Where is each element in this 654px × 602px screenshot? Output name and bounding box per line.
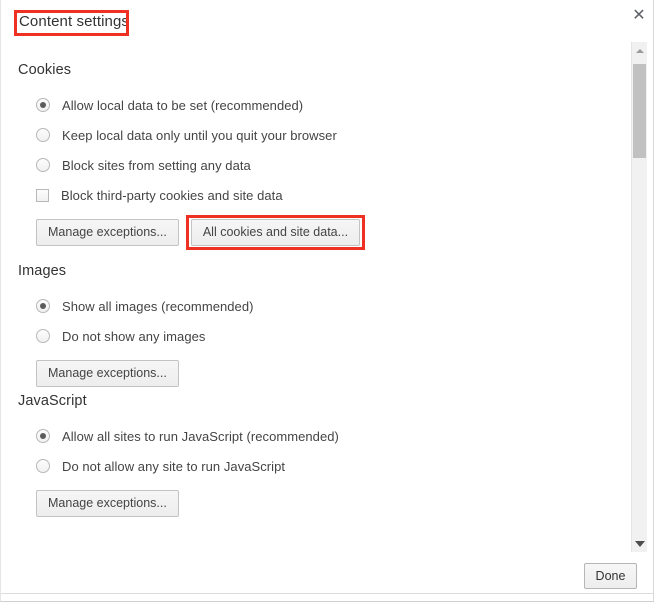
vertical-scrollbar[interactable] — [631, 42, 647, 552]
checkbox-option-row[interactable]: Block third-party cookies and site data — [36, 184, 629, 206]
scrollbar-thumb[interactable] — [633, 64, 646, 158]
section-button-row: Manage exceptions... — [36, 360, 629, 387]
radio-button[interactable] — [36, 299, 50, 313]
section-title-cookies: Cookies — [18, 62, 72, 78]
dialog-title: Content settings — [19, 13, 129, 30]
dialog-titlebar: Content settings ✕ — [1, 0, 653, 42]
scroll-down-button[interactable] — [632, 535, 647, 552]
close-icon[interactable]: ✕ — [627, 4, 651, 28]
settings-section: JavaScript Allow all sites to run JavaScr… — [1, 393, 629, 517]
section-button-row: Manage exceptions... All cookies and site… — [36, 215, 629, 250]
triangle-up-icon — [635, 48, 644, 53]
radio-option-row[interactable]: Allow all sites to run JavaScript (recom… — [36, 425, 629, 447]
radio-button[interactable] — [36, 459, 50, 473]
option-label: Do not allow any site to run JavaScript — [62, 458, 286, 474]
button-highlight: All cookies and site data... — [185, 215, 366, 250]
option-label: Block third-party cookies and site data — [61, 187, 283, 203]
radio-button[interactable] — [36, 329, 50, 343]
done-button[interactable]: Done — [584, 563, 637, 589]
manage-exceptions-button[interactable]: Manage exceptions... — [36, 490, 179, 517]
footer-divider — [1, 593, 653, 594]
radio-button[interactable] — [36, 128, 50, 142]
radio-option-row[interactable]: Show all images (recommended) — [36, 295, 629, 317]
content-settings-dialog: Content settings ✕ Cookies Allow local da… — [0, 0, 654, 602]
option-label: Keep local data only until you quit your… — [62, 127, 337, 143]
settings-section: Images Show all images (recommended) Do no… — [1, 263, 629, 387]
section-title-javascript: JavaScript — [18, 393, 87, 409]
scroll-up-button[interactable] — [632, 42, 647, 59]
manage-exceptions-button[interactable]: Manage exceptions... — [36, 219, 179, 246]
settings-section: Cookies Allow local data to be set (recom… — [1, 62, 629, 250]
checkbox[interactable] — [36, 188, 49, 202]
option-label: Show all images (recommended) — [62, 298, 254, 314]
all-cookies-and-site-data-button[interactable]: All cookies and site data... — [190, 219, 361, 246]
option-label: Allow all sites to run JavaScript (recom… — [62, 428, 339, 444]
triangle-down-icon — [634, 540, 645, 547]
radio-button[interactable] — [36, 98, 50, 112]
settings-scroll-area: Cookies Allow local data to be set (recom… — [1, 42, 629, 534]
radio-option-row[interactable]: Allow local data to be set (recommended) — [36, 94, 629, 116]
manage-exceptions-button[interactable]: Manage exceptions... — [36, 360, 179, 387]
dialog-footer: Done — [1, 552, 653, 601]
section-button-row: Manage exceptions... — [36, 490, 629, 517]
option-label: Do not show any images — [62, 328, 206, 344]
radio-option-row[interactable]: Keep local data only until you quit your… — [36, 124, 629, 146]
radio-option-row[interactable]: Block sites from setting any data — [36, 154, 629, 176]
section-title-images: Images — [18, 263, 67, 279]
option-label: Block sites from setting any data — [62, 157, 251, 173]
option-label: Allow local data to be set (recommended) — [62, 97, 304, 113]
radio-option-row[interactable]: Do not allow any site to run JavaScript — [36, 455, 629, 477]
radio-button[interactable] — [36, 158, 50, 172]
radio-button[interactable] — [36, 429, 50, 443]
radio-option-row[interactable]: Do not show any images — [36, 325, 629, 347]
